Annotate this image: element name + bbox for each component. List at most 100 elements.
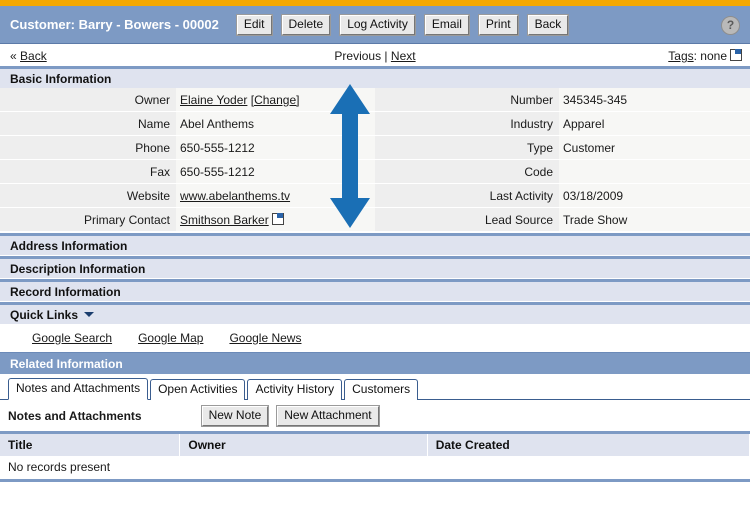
field-label: Website <box>0 183 176 208</box>
prev-next-nav: Previous | Next <box>334 49 415 63</box>
field-value-text: 650-555-1212 <box>180 140 255 155</box>
google-search-link[interactable]: Google Search <box>32 331 112 345</box>
print-button[interactable]: Print <box>477 13 519 36</box>
previous-label: Previous <box>334 49 382 63</box>
basic-information-body: Owner Elaine Yoder [Change] Name Abel Anthe… <box>0 88 750 232</box>
field-value: Smithson Barker <box>176 207 375 232</box>
empty-message: No records present <box>0 456 750 482</box>
field-label: Number <box>375 88 559 112</box>
notes-panel-bar: Notes and Attachments New Note New Attach… <box>0 400 750 431</box>
field-value-link[interactable]: Smithson Barker <box>180 213 269 227</box>
field-value: 03/18/2009 <box>559 183 750 208</box>
change-owner-link[interactable]: [Change] <box>251 93 300 107</box>
back-button[interactable]: Back <box>526 13 570 36</box>
field-value-text: Apparel <box>563 116 605 131</box>
table-header-row: Title Owner Date Created <box>0 432 750 456</box>
field-label: Industry <box>375 111 559 136</box>
google-news-link[interactable]: Google News <box>229 331 301 345</box>
field-value: Customer <box>559 135 750 160</box>
notes-records-table: Title Owner Date Created No records presen… <box>0 431 750 482</box>
field-value: Apparel <box>559 111 750 136</box>
field-value-text: Customer <box>563 140 616 155</box>
field-row: Number 345345-345 <box>375 88 750 112</box>
back-link[interactable]: Back <box>20 49 47 63</box>
help-question-icon[interactable]: ? <box>721 16 740 35</box>
section-header-quick-links[interactable]: Quick Links <box>0 302 750 324</box>
delete-button[interactable]: Delete <box>280 13 332 36</box>
basic-right-table: Number 345345-345 Industry Apparel Type Custo… <box>375 88 750 232</box>
field-label: Lead Source <box>375 207 559 232</box>
field-row: Primary Contact Smithson Barker <box>0 207 375 232</box>
section-header-record-information[interactable]: Record Information <box>0 279 750 301</box>
chevron-down-icon[interactable] <box>84 312 95 317</box>
field-value-text: 650-555-1212 <box>180 164 255 179</box>
field-row: Fax 650-555-1212 <box>0 159 375 184</box>
field-label: Last Activity <box>375 183 559 208</box>
field-value: Trade Show <box>559 207 750 232</box>
field-label: Primary Contact <box>0 207 176 232</box>
quick-links-label: Quick Links <box>10 308 79 322</box>
related-tabstrip: Notes and Attachments Open Activities Acti… <box>0 378 750 400</box>
notes-panel-title: Notes and Attachments <box>8 409 142 423</box>
open-popup-icon[interactable] <box>271 212 284 225</box>
section-header-basic-information[interactable]: Basic Information <box>0 66 750 88</box>
basic-left-table: Owner Elaine Yoder [Change] Name Abel Anthe… <box>0 88 375 232</box>
field-label: Type <box>375 135 559 160</box>
field-value-text: Trade Show <box>563 212 628 227</box>
column-header-date-created[interactable]: Date Created <box>427 432 750 456</box>
new-note-button[interactable]: New Note <box>200 405 270 427</box>
field-value-text: 345345-345 <box>563 92 628 107</box>
field-value: 345345-345 <box>559 88 750 112</box>
title-bar: Customer: Barry - Bowers - 00002 Edit Del… <box>0 6 750 44</box>
google-map-link[interactable]: Google Map <box>138 331 203 345</box>
field-value: 650-555-1212 <box>176 135 375 160</box>
breadcrumb-back[interactable]: « Back <box>10 49 47 63</box>
field-row: Phone 650-555-1212 <box>0 135 375 160</box>
tab-customers[interactable]: Customers <box>344 379 419 400</box>
field-label: Name <box>0 111 176 136</box>
field-row: Last Activity 03/18/2009 <box>375 183 750 208</box>
back-chevron: « <box>10 49 17 63</box>
basic-left-column: Owner Elaine Yoder [Change] Name Abel Anthe… <box>0 88 375 232</box>
field-value: Abel Anthems <box>176 111 375 136</box>
field-row: Owner Elaine Yoder [Change] <box>0 88 375 112</box>
quick-links-body: Google Search Google Map Google News <box>0 324 750 352</box>
navigation-row: « Back Previous | Next Tags: none <box>0 44 750 66</box>
field-label: Phone <box>0 135 176 160</box>
section-header-description-information[interactable]: Description Information <box>0 256 750 278</box>
field-row: Code <box>375 159 750 184</box>
field-value-link[interactable]: Elaine Yoder <box>180 93 247 107</box>
tab-activity-history[interactable]: Activity History <box>247 379 343 400</box>
tab-open-activities[interactable]: Open Activities <box>150 379 246 400</box>
section-header-address-information[interactable]: Address Information <box>0 233 750 255</box>
tags-area: Tags: none <box>668 49 742 63</box>
field-row: Type Customer <box>375 135 750 160</box>
field-value: www.abelanthems.tv <box>176 183 375 208</box>
basic-right-column: Number 345345-345 Industry Apparel Type Custo… <box>375 88 750 232</box>
edit-button[interactable]: Edit <box>235 13 273 36</box>
next-link[interactable]: Next <box>391 49 416 63</box>
tags-value: none <box>700 49 727 63</box>
field-value <box>559 159 750 184</box>
field-label: Fax <box>0 159 176 184</box>
column-header-owner[interactable]: Owner <box>179 432 428 456</box>
log-activity-button[interactable]: Log Activity <box>339 13 416 36</box>
related-information-header: Related Information <box>0 352 750 374</box>
field-value-text: 03/18/2009 <box>563 188 624 203</box>
field-row: Lead Source Trade Show <box>375 207 750 232</box>
tags-popup-icon[interactable] <box>730 49 742 61</box>
tab-notes-and-attachments[interactable]: Notes and Attachments <box>8 378 149 400</box>
new-attachment-button[interactable]: New Attachment <box>276 405 380 427</box>
record-toolbar: Edit Delete Log Activity Email Print Back <box>235 13 578 36</box>
field-value-text: Abel Anthems <box>180 116 255 131</box>
table-empty-row: No records present <box>0 456 750 482</box>
field-value-link[interactable]: www.abelanthems.tv <box>180 189 290 203</box>
field-value: Elaine Yoder [Change] <box>176 88 375 112</box>
field-row: Website www.abelanthems.tv <box>0 183 375 208</box>
field-row: Name Abel Anthems <box>0 111 375 136</box>
column-header-title[interactable]: Title <box>0 432 181 456</box>
tags-link[interactable]: Tags <box>668 49 693 63</box>
email-button[interactable]: Email <box>423 13 470 36</box>
field-value: 650-555-1212 <box>176 159 375 184</box>
field-label: Code <box>375 159 559 184</box>
